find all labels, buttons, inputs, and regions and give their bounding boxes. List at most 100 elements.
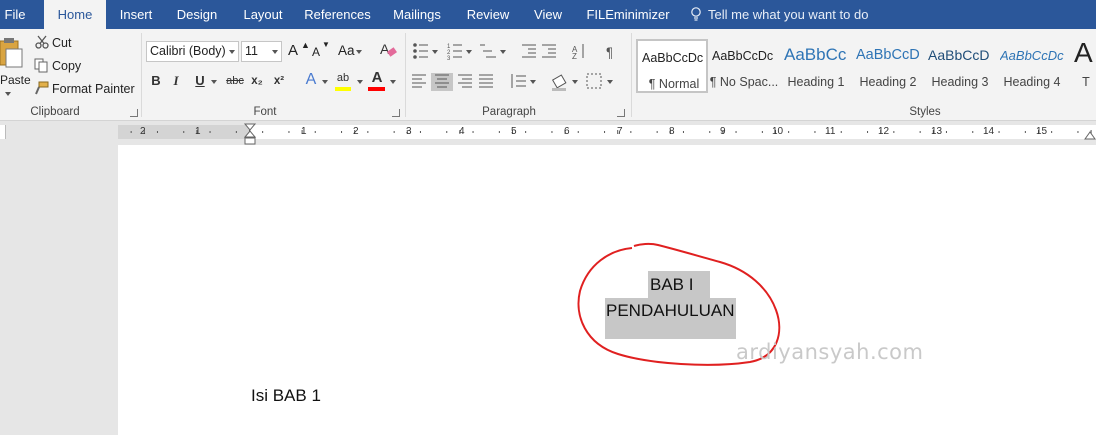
- style-preview: AaBbCcDc: [642, 51, 704, 65]
- ruler-number: 2: [140, 126, 146, 137]
- clipboard-launcher-icon[interactable]: [130, 109, 138, 117]
- align-center-button[interactable]: [431, 71, 453, 91]
- superscript-button[interactable]: x²: [270, 71, 288, 91]
- tab-insert[interactable]: Insert: [110, 0, 162, 29]
- italic-button[interactable]: I: [167, 71, 185, 91]
- align-left-button[interactable]: [410, 71, 428, 91]
- body-text[interactable]: Isi BAB 1: [251, 386, 321, 406]
- ribbon-tab-bar: File Home Insert Design Layout Reference…: [0, 0, 1096, 29]
- ruler-number: 1: [301, 126, 307, 137]
- style-preview: A: [1074, 37, 1093, 68]
- paragraph-launcher-icon[interactable]: [617, 109, 625, 117]
- style-label: T: [1082, 75, 1090, 89]
- font-group-label: Font: [253, 106, 277, 118]
- ruler-number: 5: [511, 126, 517, 137]
- clipboard-group-label: Clipboard: [30, 106, 80, 118]
- paragraph-group-label: Paragraph: [482, 106, 536, 118]
- copy-icon: [34, 58, 48, 73]
- tab-fileminimizer[interactable]: FILEminimizer: [580, 0, 676, 29]
- ruler-number: 15: [1036, 126, 1048, 137]
- style-heading-2[interactable]: AaBbCcD Heading 2: [852, 39, 924, 93]
- ruler-number: 10: [772, 126, 784, 137]
- style-preview: AaBbCcDc: [712, 49, 774, 63]
- ribbon: Paste Cut Copy Format Painter Clipboard …: [0, 29, 1096, 121]
- ruler-number: 1: [195, 126, 201, 137]
- font-launcher-icon[interactable]: [392, 109, 400, 117]
- format-painter-icon: [35, 81, 49, 95]
- style-label: Heading 1: [787, 75, 845, 89]
- style-preview: AaBbCcDc: [1000, 48, 1064, 63]
- ruler-number: 6: [564, 126, 570, 137]
- indent-marker-icon[interactable]: [244, 123, 256, 145]
- bold-button[interactable]: B: [147, 71, 165, 91]
- ruler-number: 13: [931, 126, 943, 137]
- style-preview: AaBbCcD: [928, 47, 990, 63]
- font-name-value: Calibri (Body): [150, 44, 226, 58]
- decrease-indent-button[interactable]: [520, 41, 540, 61]
- style-label: ¶ No Spac...: [709, 75, 779, 89]
- increase-indent-button[interactable]: [541, 41, 561, 61]
- style-title[interactable]: A T: [1068, 37, 1096, 93]
- ruler-number: 11: [825, 126, 836, 137]
- document-background: [0, 145, 118, 435]
- underline-button[interactable]: U: [191, 71, 209, 91]
- strikethrough-button[interactable]: abc: [224, 71, 246, 91]
- font-color-bar: [368, 87, 385, 91]
- grow-font-button[interactable]: A: [288, 42, 298, 59]
- copy-button[interactable]: Copy: [52, 59, 81, 73]
- ruler-number: 4: [459, 126, 465, 137]
- ruler-number: 14: [983, 126, 995, 137]
- right-indent-marker-icon[interactable]: [1084, 129, 1096, 141]
- change-case-button[interactable]: Aa: [338, 43, 355, 58]
- text-effects-button[interactable]: A: [302, 70, 320, 90]
- cut-button[interactable]: Cut: [52, 36, 71, 50]
- tab-selector[interactable]: [0, 125, 6, 139]
- format-painter-button[interactable]: Format Painter: [52, 82, 135, 96]
- tab-home[interactable]: Home: [44, 0, 106, 29]
- tab-file[interactable]: File: [0, 0, 30, 29]
- tab-references[interactable]: References: [300, 0, 375, 29]
- ruler-number: 9: [720, 126, 726, 137]
- subscript-button[interactable]: x₂: [248, 71, 266, 91]
- style-heading-4[interactable]: AaBbCcDc Heading 4: [996, 39, 1068, 93]
- svg-text:A: A: [380, 41, 390, 57]
- font-color-button[interactable]: A: [368, 68, 386, 88]
- show-formatting-marks-button[interactable]: [604, 41, 624, 61]
- sort-button[interactable]: [570, 41, 590, 61]
- font-name-dropdown[interactable]: Calibri (Body): [146, 41, 239, 62]
- style-heading-3[interactable]: AaBbCcD Heading 3: [924, 39, 996, 93]
- clear-formatting-icon[interactable]: A: [380, 41, 398, 59]
- style-heading-1[interactable]: AaBbCc Heading 1: [780, 39, 852, 93]
- style-no-spacing[interactable]: AaBbCcDc ¶ No Spac...: [708, 39, 780, 93]
- style-normal[interactable]: AaBbCcDc ¶ Normal: [636, 39, 708, 93]
- tell-me-search[interactable]: Tell me what you want to do: [690, 0, 868, 29]
- ruler-ticks: [130, 130, 1092, 134]
- align-right-button[interactable]: [456, 71, 474, 91]
- justify-button[interactable]: [477, 71, 495, 91]
- font-size-value: 11: [245, 44, 258, 58]
- tab-layout[interactable]: Layout: [234, 0, 292, 29]
- shrink-font-button[interactable]: A: [312, 45, 320, 59]
- paste-button[interactable]: Paste: [0, 73, 31, 87]
- scissors-icon: [35, 35, 49, 49]
- font-size-dropdown[interactable]: 11: [241, 41, 282, 62]
- style-label: ¶ Normal: [648, 77, 700, 91]
- ruler-number: 8: [669, 126, 675, 137]
- tab-view[interactable]: View: [526, 0, 570, 29]
- tab-mailings[interactable]: Mailings: [386, 0, 448, 29]
- style-label: Heading 3: [931, 75, 989, 89]
- tab-design[interactable]: Design: [168, 0, 226, 29]
- watermark-text: ardiyansyah.com: [736, 340, 924, 364]
- ruler-number: 7: [617, 126, 623, 137]
- tab-review[interactable]: Review: [460, 0, 516, 29]
- ruler-number: 3: [406, 126, 412, 137]
- styles-group-label: Styles: [909, 106, 941, 118]
- ruler-number: 2: [353, 126, 359, 137]
- ruler-number: 12: [878, 126, 890, 137]
- style-label: Heading 2: [859, 75, 917, 89]
- tell-me-text: Tell me what you want to do: [708, 7, 869, 22]
- style-label: Heading 4: [1003, 75, 1061, 89]
- highlight-button[interactable]: ab: [334, 68, 352, 88]
- paste-icon[interactable]: [0, 37, 24, 69]
- style-preview: AaBbCc: [784, 45, 847, 64]
